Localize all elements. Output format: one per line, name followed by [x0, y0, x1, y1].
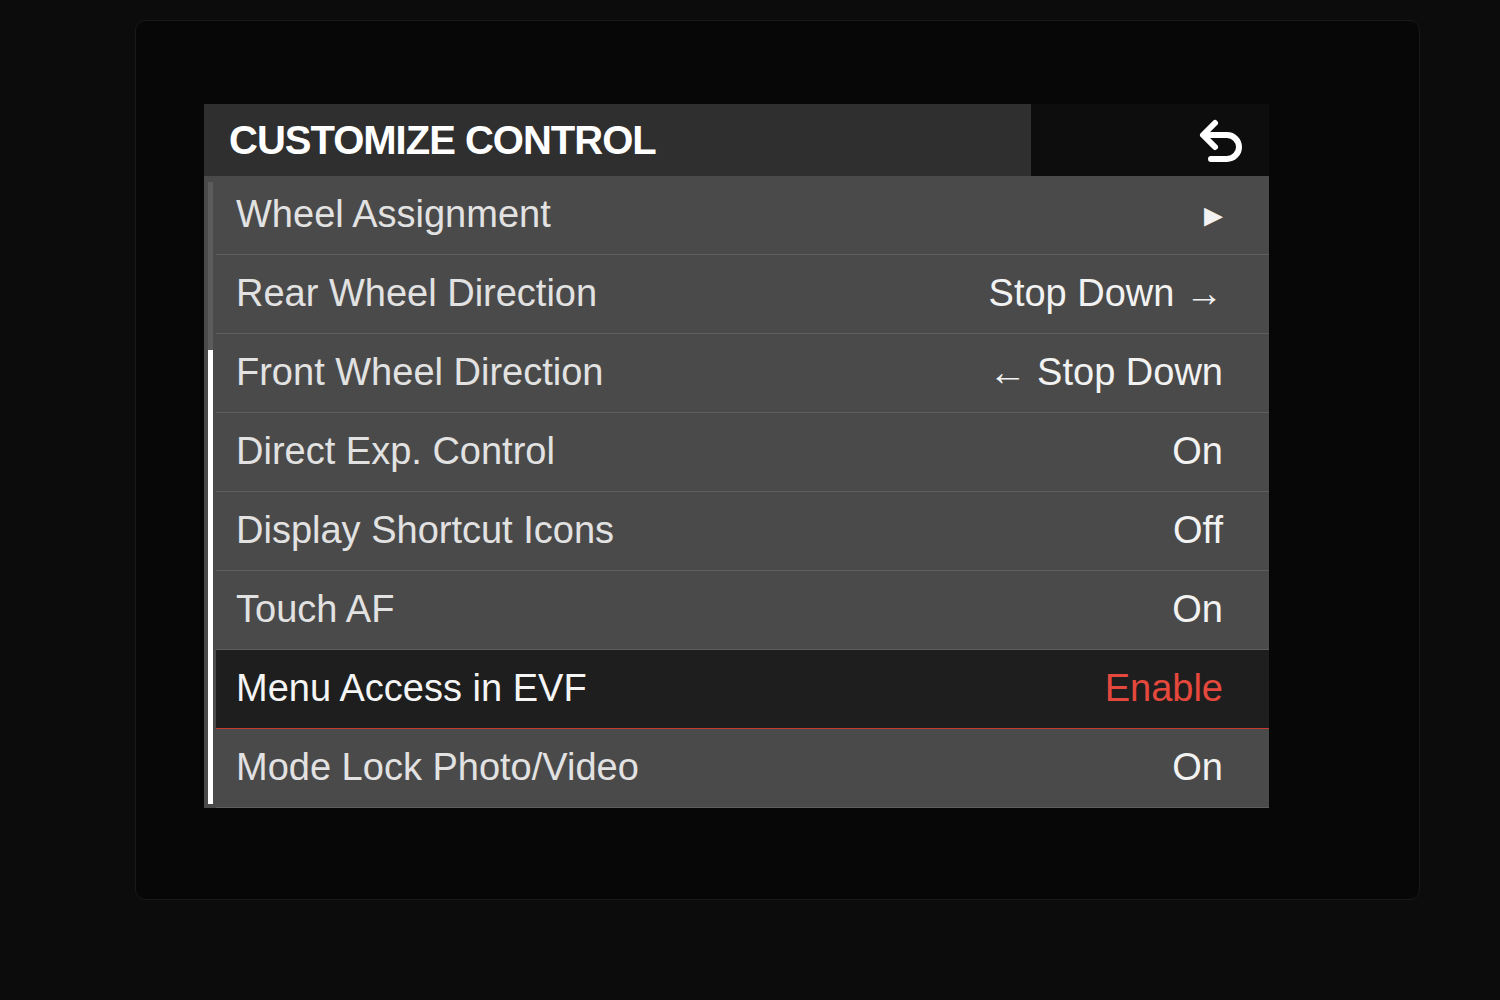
menu-list: Wheel Assignment ▸ Rear Wheel Direction Sto…	[216, 176, 1269, 808]
row-value: On	[1172, 589, 1223, 631]
row-label: Rear Wheel Direction	[236, 273, 597, 315]
menu-row[interactable]: Mode Lock Photo/Video On	[216, 729, 1269, 808]
row-label: Touch AF	[236, 589, 394, 631]
row-value: On	[1172, 747, 1223, 789]
row-label: Wheel Assignment	[236, 194, 551, 236]
row-label: Mode Lock Photo/Video	[236, 747, 639, 789]
row-value: Off	[1173, 510, 1223, 552]
menu-panel: CUSTOMIZE CONTROL Wheel Assignment ▸ Rear W…	[204, 104, 1269, 808]
row-value: Stop Down →	[989, 273, 1223, 315]
row-label: Front Wheel Direction	[236, 352, 603, 394]
back-arrow-icon	[1193, 115, 1247, 165]
menu-title: CUSTOMIZE CONTROL	[229, 110, 656, 170]
row-value: On	[1172, 431, 1223, 473]
menu-row[interactable]: Touch AF On	[216, 571, 1269, 650]
row-value: ▸	[1204, 194, 1223, 236]
camera-back: CUSTOMIZE CONTROL Wheel Assignment ▸ Rear W…	[0, 0, 1500, 1000]
menu-row[interactable]: Front Wheel Direction ← Stop Down	[216, 334, 1269, 413]
scrollbar	[204, 176, 216, 808]
row-label: Direct Exp. Control	[236, 431, 555, 473]
menu-row[interactable]: Direct Exp. Control On	[216, 413, 1269, 492]
lcd-screen: CUSTOMIZE CONTROL Wheel Assignment ▸ Rear W…	[135, 20, 1420, 900]
back-button[interactable]	[1031, 104, 1269, 176]
menu-row[interactable]: Rear Wheel Direction Stop Down →	[216, 255, 1269, 334]
title-bar: CUSTOMIZE CONTROL	[204, 104, 1269, 176]
row-value: Enable	[1105, 668, 1223, 710]
row-value: ← Stop Down	[989, 352, 1223, 394]
scrollbar-thumb[interactable]	[208, 350, 213, 804]
row-label: Display Shortcut Icons	[236, 510, 614, 552]
row-label: Menu Access in EVF	[236, 668, 587, 710]
menu-row[interactable]: Wheel Assignment ▸	[216, 176, 1269, 255]
menu-row[interactable]: Menu Access in EVF Enable	[216, 650, 1269, 729]
menu-row[interactable]: Display Shortcut Icons Off	[216, 492, 1269, 571]
